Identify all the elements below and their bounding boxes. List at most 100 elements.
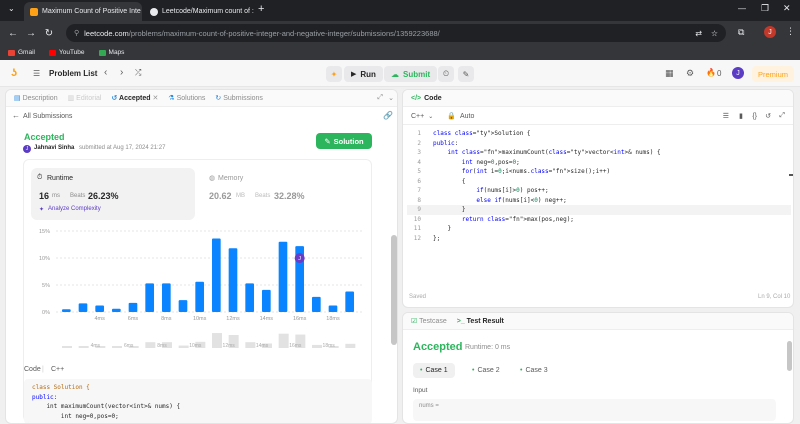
next-problem-icon[interactable]: › (120, 67, 123, 78)
more-icon[interactable]: ⌄ (388, 94, 394, 102)
line-number: 9 (417, 206, 421, 213)
bookmark-youtube[interactable]: YouTube (48, 49, 85, 56)
solution-button[interactable]: ✎ Solution (316, 133, 372, 149)
reload-icon[interactable]: ↻ (40, 28, 58, 39)
layout-icon[interactable]: ▦ (665, 68, 674, 79)
code-line: class Solution { (32, 384, 90, 391)
all-submissions-link[interactable]: All Submissions (23, 113, 72, 120)
mini-bar (178, 345, 189, 348)
left-scrollbar[interactable] (391, 235, 397, 345)
premium-button[interactable]: Premium (752, 66, 794, 82)
debug-icon[interactable]: ✦ (326, 66, 342, 82)
share-link-icon[interactable]: 🔗 (383, 111, 393, 120)
back-icon[interactable]: ← (4, 28, 22, 39)
browser-tab-active[interactable]: Maximum Count of Positive Inte ✕ (24, 2, 142, 21)
tab-solutions[interactable]: ⚗ Solutions (168, 94, 205, 102)
play-icon: ▶ (351, 71, 357, 78)
editor-header: </> Code (403, 90, 793, 107)
runtime-range-slider[interactable]: 4ms 6ms 8ms 10ms 12ms 14ms 16ms 18ms (28, 328, 368, 356)
site-info-icon[interactable]: ⚲ (74, 29, 79, 37)
y-tick-label: 5% (42, 283, 50, 289)
case-2-tab[interactable]: • Case 2 (465, 363, 507, 378)
mini-tick-label: 18ms (323, 343, 336, 349)
mini-bar (78, 346, 89, 348)
extensions-icon[interactable]: ⧉ (738, 27, 744, 38)
editor-line: 6 { (407, 177, 791, 187)
bookmark-star-icon[interactable]: ☆ (711, 29, 718, 38)
user-avatar[interactable]: J (732, 67, 744, 79)
close-window-icon[interactable]: ✕ (783, 3, 791, 14)
bookmark-maps[interactable]: Maps (98, 49, 124, 56)
line-number: 8 (417, 196, 421, 204)
x-tick-label: 10ms (193, 316, 207, 322)
edit-icon: ✎ (324, 136, 331, 146)
shuffle-icon[interactable]: ⤮ (135, 68, 141, 78)
chart-bar (62, 309, 71, 312)
case-1-tab[interactable]: • Case 1 (413, 363, 455, 378)
braces-icon[interactable]: {} (752, 113, 757, 120)
browser-tab[interactable]: Leetcode/Maximum count of : ✕ (144, 2, 254, 21)
line-number: 4 (417, 158, 421, 166)
expand-icon[interactable]: ⤢ (377, 94, 383, 102)
bookmark-gmail[interactable]: Gmail (8, 49, 35, 56)
memory-beats-label: Beats (255, 193, 271, 199)
test-scrollbar[interactable] (787, 341, 792, 371)
profile-avatar[interactable]: J (764, 26, 776, 38)
code-editor[interactable]: 1 class class="ty">Solution {2 public: 3 in… (407, 129, 791, 243)
fullscreen-icon[interactable]: ⤢ (779, 112, 785, 120)
new-tab-button[interactable]: + (258, 3, 264, 15)
minimize-icon[interactable]: — (738, 4, 746, 13)
analyze-complexity-link[interactable]: Analyze Complexity (48, 206, 101, 212)
tab-editorial[interactable]: ▥ Editorial (68, 94, 102, 102)
code-text: else if(nums[i]<0) neg++; (476, 196, 567, 204)
leetcode-logo-icon[interactable]: ʖ (11, 67, 22, 79)
run-button[interactable]: ▶ Run (344, 66, 383, 82)
tab-test-result[interactable]: >_ Test Result (457, 318, 504, 325)
close-tab-icon[interactable]: ✕ (153, 95, 159, 102)
editor-line: 2 public: (407, 139, 791, 149)
mini-bar (62, 346, 72, 348)
chart-bar (195, 281, 204, 312)
maximize-icon[interactable]: ❐ (761, 3, 769, 14)
translate-icon[interactable]: ⇄ (695, 29, 702, 38)
chart-bar (345, 291, 354, 312)
tab-accepted[interactable]: ↺ Accepted ✕ (111, 94, 158, 102)
code-language: C++ (51, 366, 65, 373)
timer-icon[interactable]: ⏲ (438, 66, 454, 82)
maps-icon (98, 49, 106, 56)
leetcode-favicon-icon (30, 7, 38, 16)
runtime-beats-label: Beats (70, 193, 86, 199)
language-select[interactable]: C++ (411, 113, 424, 120)
notes-icon[interactable]: ✎ (458, 66, 474, 82)
mini-tick-label: 8ms (157, 343, 167, 349)
chart-bar (245, 283, 254, 312)
problem-list-icon[interactable]: ☰ (33, 69, 40, 78)
line-number: 10 (413, 215, 421, 223)
chart-bar (95, 305, 104, 312)
reset-icon[interactable]: ↺ (765, 112, 771, 120)
settings-gear-icon[interactable]: ⚙ (686, 68, 694, 79)
submit-button[interactable]: ☁ Submit (384, 66, 438, 82)
code-line: int neg=0,pos=0; (32, 412, 119, 420)
author-name[interactable]: Jahnavi Sinha (34, 145, 74, 151)
tab-testcase[interactable]: ☑ Testcase (411, 317, 447, 325)
tab-search-icon[interactable]: ⌄ (8, 4, 15, 13)
forward-icon[interactable]: → (22, 28, 40, 39)
problem-list-link[interactable]: Problem List (49, 69, 97, 78)
back-arrow-icon[interactable]: ← (12, 111, 20, 120)
chart-bar (78, 303, 88, 312)
code-text: int neg=0,pos=0; (461, 158, 520, 166)
format-icon[interactable]: ☰ (723, 112, 729, 120)
bookmark-icon[interactable]: ▮ (739, 112, 743, 120)
mini-tick-label: 10ms (189, 343, 202, 349)
case-3-tab[interactable]: • Case 3 (513, 363, 555, 378)
prev-problem-icon[interactable]: ‹ (104, 67, 107, 78)
code-text: } (433, 225, 452, 232)
cursor-position: Ln 9, Col 10 (758, 294, 791, 300)
browser-menu-icon[interactable]: ⋮ (786, 26, 795, 37)
submission-status: Accepted (24, 132, 65, 142)
auto-mode[interactable]: Auto (460, 113, 474, 120)
address-bar[interactable]: ⚲ leetcode.com /problems/maximum-count-o… (66, 24, 726, 42)
tab-submissions[interactable]: ↻ Submissions (215, 94, 263, 102)
tab-description[interactable]: ▤ Description (14, 94, 58, 102)
